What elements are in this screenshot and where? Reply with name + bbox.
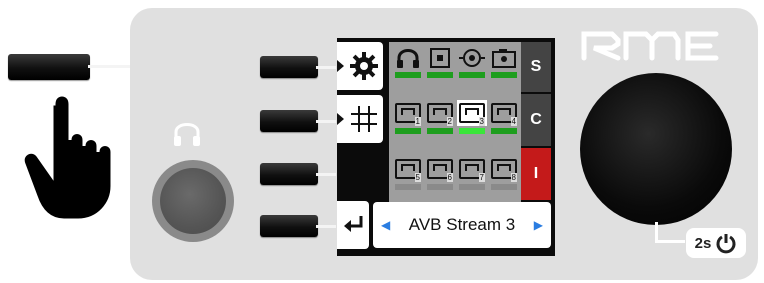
headphones-icon bbox=[397, 49, 419, 68]
level-bar bbox=[395, 72, 421, 78]
stream-number: 1 bbox=[414, 117, 421, 126]
output-camera bbox=[489, 46, 519, 82]
level-bar bbox=[459, 128, 485, 134]
side-button-s[interactable]: S bbox=[521, 42, 551, 92]
stream-number: 7 bbox=[478, 173, 485, 182]
gear-icon bbox=[350, 52, 378, 80]
connector-1 bbox=[316, 66, 336, 69]
menu-tab-empty bbox=[337, 148, 351, 196]
stream-tile: 8 bbox=[489, 156, 519, 182]
menu-button-2[interactable] bbox=[260, 110, 318, 132]
stream-tile: 7 bbox=[457, 156, 487, 182]
stream-tile: 3 bbox=[457, 100, 487, 126]
output-box bbox=[425, 46, 455, 82]
display-screen: 1 2 3 4 5 6 7 8 S C I ◀ AVB Stream 3 ▶ bbox=[337, 38, 555, 256]
stream-cell[interactable]: 6 bbox=[425, 156, 455, 192]
knob-connector-line bbox=[655, 222, 658, 242]
output-target bbox=[457, 46, 487, 82]
level-bar bbox=[491, 128, 517, 134]
power-icon bbox=[716, 234, 736, 254]
stream-number: 8 bbox=[510, 173, 517, 182]
level-bar bbox=[427, 184, 453, 190]
stream-cell[interactable]: 1 bbox=[393, 100, 423, 136]
connector-2 bbox=[316, 120, 336, 123]
stream-tile: 2 bbox=[425, 100, 455, 126]
stream-tile: 6 bbox=[425, 156, 455, 182]
next-arrow-icon[interactable]: ▶ bbox=[534, 218, 543, 232]
stream-number: 5 bbox=[414, 173, 421, 182]
camera-icon bbox=[492, 49, 516, 68]
connector-4 bbox=[316, 225, 336, 228]
stream-cell[interactable]: 8 bbox=[489, 156, 519, 192]
rme-logo bbox=[580, 28, 720, 62]
side-button-c[interactable]: C bbox=[521, 94, 551, 146]
level-bar bbox=[395, 184, 421, 190]
stream-cell[interactable]: 3 bbox=[457, 100, 487, 136]
stream-selector[interactable]: ◀ AVB Stream 3 ▶ bbox=[373, 202, 551, 248]
menu-button-3[interactable] bbox=[260, 163, 318, 185]
level-meter-area: 1 2 3 4 5 6 7 8 bbox=[389, 42, 521, 206]
stream-cell[interactable]: 7 bbox=[457, 156, 487, 192]
knob-connector-line-h bbox=[655, 240, 685, 243]
menu-button-4[interactable] bbox=[260, 215, 318, 237]
headphone-jack-icon bbox=[172, 118, 202, 148]
output-headphones bbox=[393, 46, 423, 82]
level-bar bbox=[459, 72, 485, 78]
stream-cell[interactable]: 2 bbox=[425, 100, 455, 136]
stream-number: 2 bbox=[446, 117, 453, 126]
connector-3 bbox=[316, 173, 336, 176]
tab-pointer-icon bbox=[337, 60, 344, 72]
level-bar bbox=[459, 184, 485, 190]
stream-cell[interactable]: 5 bbox=[393, 156, 423, 192]
stream-name: AVB Stream 3 bbox=[408, 215, 516, 234]
menu-button-1[interactable] bbox=[260, 56, 318, 78]
stream-tile: 5 bbox=[393, 156, 423, 182]
headphone-jack-center bbox=[160, 168, 226, 234]
level-bar bbox=[427, 128, 453, 134]
menu-tab-return[interactable] bbox=[337, 201, 369, 249]
stream-tile: 1 bbox=[393, 100, 423, 126]
side-button-i[interactable]: I bbox=[521, 148, 551, 200]
return-icon bbox=[344, 216, 363, 232]
menu-tab-matrix[interactable] bbox=[337, 95, 383, 143]
tab-pointer-icon bbox=[337, 113, 344, 125]
level-bar bbox=[491, 184, 517, 190]
power-hold-label: 2s bbox=[694, 234, 712, 252]
stream-cell[interactable]: 4 bbox=[489, 100, 519, 136]
level-bar bbox=[491, 72, 517, 78]
level-bar bbox=[427, 72, 453, 78]
level-bar bbox=[395, 128, 421, 134]
stream-number: 3 bbox=[478, 117, 485, 126]
target-icon bbox=[459, 49, 485, 67]
stream-tile: 4 bbox=[489, 100, 519, 126]
grid-icon bbox=[351, 106, 377, 132]
menu-tab-settings[interactable] bbox=[337, 42, 383, 90]
prev-arrow-icon[interactable]: ◀ bbox=[381, 218, 390, 232]
stream-number: 6 bbox=[446, 173, 453, 182]
volume-knob[interactable] bbox=[580, 73, 732, 225]
hand-icon bbox=[21, 93, 114, 222]
power-badge: 2s bbox=[686, 228, 746, 258]
finger-pointer-graphic bbox=[0, 40, 263, 222]
box-icon bbox=[430, 48, 450, 68]
stream-number: 4 bbox=[510, 117, 517, 126]
